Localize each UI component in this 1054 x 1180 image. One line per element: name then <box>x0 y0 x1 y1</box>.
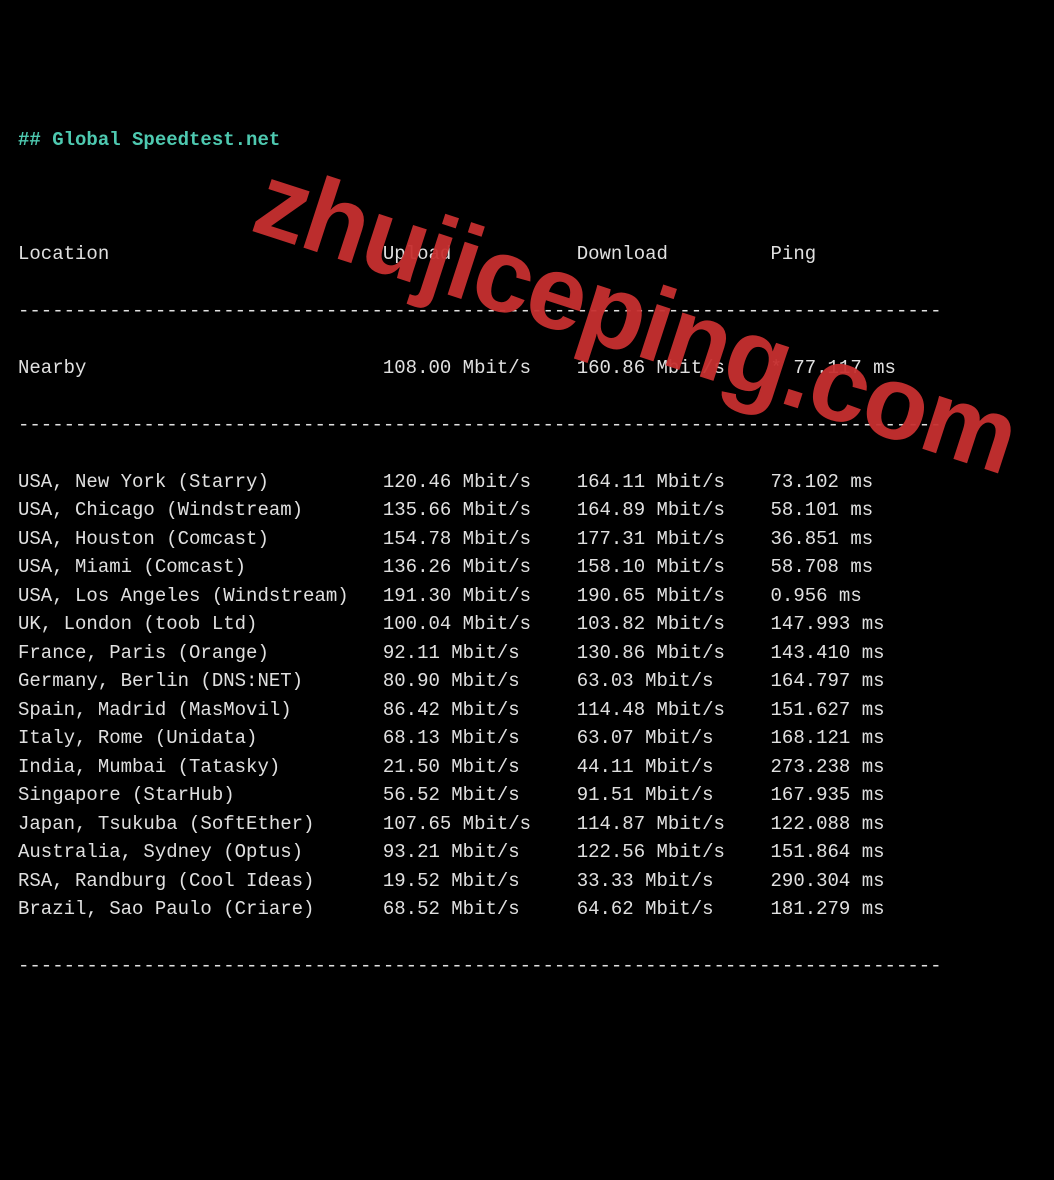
table-row: Germany, Berlin (DNS:NET) 80.90 Mbit/s 6… <box>18 667 1036 696</box>
speedtest-table-body: USA, New York (Starry) 120.46 Mbit/s 164… <box>18 468 1036 924</box>
table-row: USA, Chicago (Windstream) 135.66 Mbit/s … <box>18 496 1036 525</box>
table-row: RSA, Randburg (Cool Ideas) 19.52 Mbit/s … <box>18 867 1036 896</box>
table-row: Brazil, Sao Paulo (Criare) 68.52 Mbit/s … <box>18 895 1036 924</box>
section-title: ## Global Speedtest.net <box>18 126 1036 155</box>
table-row: Singapore (StarHub) 56.52 Mbit/s 91.51 M… <box>18 781 1036 810</box>
table-header-row: Location Upload Download Ping <box>18 240 1036 269</box>
table-row: Spain, Madrid (MasMovil) 86.42 Mbit/s 11… <box>18 696 1036 725</box>
divider-line: ----------------------------------------… <box>18 411 1036 440</box>
table-row: USA, Houston (Comcast) 154.78 Mbit/s 177… <box>18 525 1036 554</box>
table-row: Japan, Tsukuba (SoftEther) 107.65 Mbit/s… <box>18 810 1036 839</box>
nearby-row: Nearby 108.00 Mbit/s 160.86 Mbit/s * 77.… <box>18 354 1036 383</box>
table-row: UK, London (toob Ltd) 100.04 Mbit/s 103.… <box>18 610 1036 639</box>
table-row: France, Paris (Orange) 92.11 Mbit/s 130.… <box>18 639 1036 668</box>
table-row: India, Mumbai (Tatasky) 21.50 Mbit/s 44.… <box>18 753 1036 782</box>
table-row: USA, Miami (Comcast) 136.26 Mbit/s 158.1… <box>18 553 1036 582</box>
table-row: Italy, Rome (Unidata) 68.13 Mbit/s 63.07… <box>18 724 1036 753</box>
table-row: USA, Los Angeles (Windstream) 191.30 Mbi… <box>18 582 1036 611</box>
divider-line: ----------------------------------------… <box>18 297 1036 326</box>
divider-line: ----------------------------------------… <box>18 952 1036 981</box>
table-row: USA, New York (Starry) 120.46 Mbit/s 164… <box>18 468 1036 497</box>
table-row: Australia, Sydney (Optus) 93.21 Mbit/s 1… <box>18 838 1036 867</box>
